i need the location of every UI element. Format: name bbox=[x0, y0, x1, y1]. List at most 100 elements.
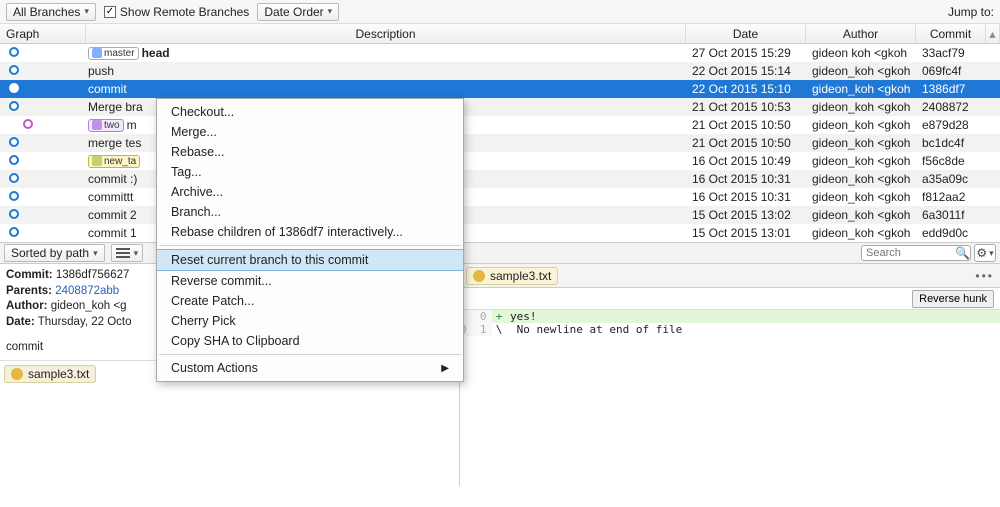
tag-icon bbox=[92, 156, 102, 166]
detail-panes: Commit: 1386df756627 Parents: 2408872abb… bbox=[0, 264, 1000, 486]
list-view-toggle[interactable]: ▾ bbox=[111, 244, 144, 262]
menu-separator bbox=[159, 245, 461, 246]
commit-description: push bbox=[88, 64, 114, 78]
col-graph-header[interactable]: Graph bbox=[0, 24, 86, 43]
menu-item-archive[interactable]: Archive... bbox=[157, 182, 463, 202]
commit-hash: edd9d0c bbox=[916, 226, 986, 240]
reverse-hunk-button[interactable]: Reverse hunk bbox=[912, 290, 994, 308]
menu-item-copy-sha[interactable]: Copy SHA to Clipboard bbox=[157, 331, 463, 351]
commit-hash: e879d28 bbox=[916, 118, 986, 132]
table-row[interactable]: committt 16 Oct 2015 10:31 gideon_koh <g… bbox=[0, 188, 1000, 206]
commit-author: gideon_koh <gkoh bbox=[806, 208, 916, 222]
col-date-header[interactable]: Date bbox=[686, 24, 806, 43]
col-commit-header[interactable]: Commit bbox=[916, 24, 986, 43]
table-row[interactable]: commit 2 15 Oct 2015 13:02 gideon_koh <g… bbox=[0, 206, 1000, 224]
meta-commit-label: Commit: bbox=[6, 269, 53, 281]
col-author-header[interactable]: Author bbox=[806, 24, 916, 43]
meta-parents-link[interactable]: 2408872abb bbox=[55, 285, 119, 297]
commit-date: 27 Oct 2015 15:29 bbox=[686, 46, 806, 60]
checkbox-checked-icon: ✓ bbox=[104, 6, 116, 18]
chevron-down-icon: ▾ bbox=[134, 248, 139, 259]
menu-item-create-patch[interactable]: Create Patch... bbox=[157, 291, 463, 311]
table-row[interactable]: commit 22 Oct 2015 15:10 gideon_koh <gko… bbox=[0, 80, 1000, 98]
diff-subheader: Reverse hunk bbox=[460, 288, 1000, 310]
commit-hash: 33acf79 bbox=[916, 46, 986, 60]
branch-filter-dropdown[interactable]: All Branches ▾ bbox=[6, 3, 96, 21]
commit-date: 22 Oct 2015 15:10 bbox=[686, 82, 806, 96]
changed-file-item[interactable]: sample3.txt bbox=[4, 365, 96, 383]
commit-date: 15 Oct 2015 13:02 bbox=[686, 208, 806, 222]
commit-date: 15 Oct 2015 13:01 bbox=[686, 226, 806, 240]
commit-hash: 1386df7 bbox=[916, 82, 986, 96]
commit-hash: 2408872 bbox=[916, 100, 986, 114]
diff-line-added: 0 + yes! bbox=[460, 310, 1000, 323]
menu-item-rebase-children[interactable]: Rebase children of 1386df7 interactively… bbox=[157, 222, 463, 242]
commit-description: merge tes bbox=[88, 136, 141, 150]
commit-date: 21 Oct 2015 10:53 bbox=[686, 100, 806, 114]
commit-context-menu: Checkout... Merge... Rebase... Tag... Ar… bbox=[156, 98, 464, 382]
show-remote-checkbox[interactable]: ✓ Show Remote Branches bbox=[104, 5, 249, 19]
menu-item-merge[interactable]: Merge... bbox=[157, 122, 463, 142]
submenu-arrow-icon: ▶ bbox=[441, 363, 449, 374]
table-row[interactable]: push 22 Oct 2015 15:14 gideon_koh <gkoh … bbox=[0, 62, 1000, 80]
diff-pane: sample3.txt ••• Reverse hunk 0 + yes! 0 … bbox=[460, 264, 1000, 486]
commit-grid-header: Graph Description Date Author Commit ▴ bbox=[0, 24, 1000, 44]
chevron-down-icon: ▾ bbox=[84, 6, 89, 17]
diff-line-text: yes! bbox=[506, 310, 1000, 323]
changed-file-name: sample3.txt bbox=[28, 367, 89, 381]
tag-badge: new_ta bbox=[88, 155, 140, 168]
menu-separator bbox=[159, 354, 461, 355]
scroll-up-icon[interactable]: ▴ bbox=[986, 24, 1000, 43]
diff-file-name: sample3.txt bbox=[490, 269, 551, 283]
meta-commit-value: 1386df756627 bbox=[56, 269, 130, 281]
diff-line-text: No newline at end of file bbox=[506, 323, 1000, 336]
meta-parents-label: Parents: bbox=[6, 285, 52, 297]
commit-author: gideon_koh <gkoh bbox=[806, 172, 916, 186]
menu-item-custom-actions[interactable]: Custom Actions ▶ bbox=[157, 358, 463, 378]
table-row[interactable]: commit :) 16 Oct 2015 10:31 gideon_koh <… bbox=[0, 170, 1000, 188]
table-row[interactable]: Merge bra 21 Oct 2015 10:53 gideon_koh <… bbox=[0, 98, 1000, 116]
diff-file-badge: sample3.txt bbox=[466, 267, 558, 285]
commit-description: commit 1 bbox=[88, 226, 137, 240]
commit-description: Merge bra bbox=[88, 100, 143, 114]
menu-item-branch[interactable]: Branch... bbox=[157, 202, 463, 222]
commit-author: gideon_koh <gkoh bbox=[806, 226, 916, 240]
gear-icon: ⚙ bbox=[976, 246, 987, 260]
commit-hash: 6a3011f bbox=[916, 208, 986, 222]
list-icon bbox=[116, 248, 130, 259]
commit-description: m bbox=[127, 118, 137, 132]
sort-dropdown[interactable]: Sorted by path ▾ bbox=[4, 244, 105, 262]
commit-date: 16 Oct 2015 10:31 bbox=[686, 172, 806, 186]
commit-author: gideon_koh <gkoh bbox=[806, 64, 916, 78]
detail-toolbar: Sorted by path ▾ ▾ 🔍 ⚙▾ bbox=[0, 242, 1000, 264]
modified-file-icon bbox=[473, 270, 485, 282]
order-filter-label: Date Order bbox=[264, 5, 323, 19]
chevron-down-icon: ▾ bbox=[93, 248, 98, 259]
table-row[interactable]: new_ta 16 Oct 2015 10:49 gideon_koh <gko… bbox=[0, 152, 1000, 170]
menu-item-checkout[interactable]: Checkout... bbox=[157, 102, 463, 122]
diff-line: 0 1 \ No newline at end of file bbox=[460, 323, 1000, 336]
settings-button[interactable]: ⚙▾ bbox=[974, 244, 996, 262]
more-options-button[interactable]: ••• bbox=[975, 269, 994, 283]
menu-item-cherry-pick[interactable]: Cherry Pick bbox=[157, 311, 463, 331]
diff-header: sample3.txt ••• bbox=[460, 264, 1000, 288]
commit-hash: 069fc4f bbox=[916, 64, 986, 78]
chevron-down-icon: ▾ bbox=[328, 6, 333, 17]
table-row[interactable]: two m 21 Oct 2015 10:50 gideon_koh <gkoh… bbox=[0, 116, 1000, 134]
table-row[interactable]: master head 27 Oct 2015 15:29 gideon koh… bbox=[0, 44, 1000, 62]
table-row[interactable]: commit 1 15 Oct 2015 13:01 gideon_koh <g… bbox=[0, 224, 1000, 242]
col-description-header[interactable]: Description bbox=[86, 24, 686, 43]
show-remote-label: Show Remote Branches bbox=[120, 5, 249, 19]
menu-item-reset-branch[interactable]: Reset current branch to this commit bbox=[157, 249, 463, 271]
menu-item-rebase[interactable]: Rebase... bbox=[157, 142, 463, 162]
commit-date: 21 Oct 2015 10:50 bbox=[686, 136, 806, 150]
diff-line-mark: \ bbox=[492, 323, 506, 336]
menu-item-reverse-commit[interactable]: Reverse commit... bbox=[157, 271, 463, 291]
meta-date-value: Thursday, 22 Octo bbox=[38, 316, 132, 328]
branch-badge: two bbox=[88, 119, 124, 132]
commit-description: commit bbox=[88, 82, 127, 96]
menu-item-tag[interactable]: Tag... bbox=[157, 162, 463, 182]
table-row[interactable]: merge tes 21 Oct 2015 10:50 gideon_koh <… bbox=[0, 134, 1000, 152]
order-filter-dropdown[interactable]: Date Order ▾ bbox=[257, 3, 339, 21]
commit-date: 22 Oct 2015 15:14 bbox=[686, 64, 806, 78]
